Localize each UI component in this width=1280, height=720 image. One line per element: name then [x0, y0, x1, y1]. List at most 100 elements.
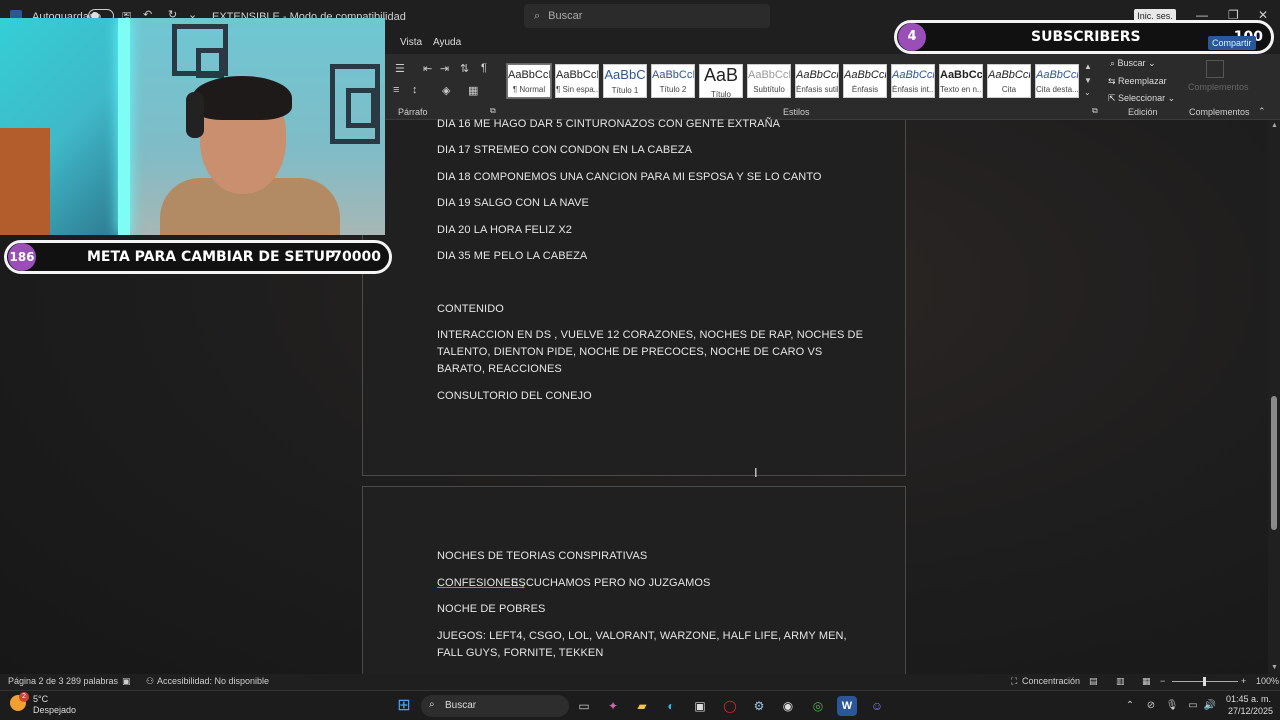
weather-temp[interactable]: 5°C — [33, 694, 48, 704]
gallery-down-icon[interactable]: ▼ — [1084, 76, 1092, 85]
style-preview: AaBbCci — [844, 69, 886, 81]
list-icon[interactable]: ☰ — [395, 62, 405, 75]
style-preview: AaBbCcI — [556, 69, 598, 81]
clock-date[interactable]: 27/12/2025 — [1228, 706, 1273, 716]
zoom-in-icon[interactable]: + — [1241, 676, 1246, 686]
style-4[interactable]: AaBbCcI Título 2 — [651, 64, 695, 98]
doc-paragraph: NOCHES DE TEORIAS CONSPIRATIVAS — [437, 550, 648, 562]
zoom-out-icon[interactable]: − — [1160, 676, 1165, 686]
task-view-icon[interactable]: ▭ — [574, 696, 594, 716]
line-spacing-icon[interactable]: ↕ — [412, 84, 418, 96]
style-preview: AaBbCci — [796, 69, 838, 81]
setup-goal-target: 70000 — [332, 249, 381, 265]
scroll-up-icon[interactable]: ▲ — [1271, 122, 1278, 129]
chrome-icon[interactable]: ◎ — [808, 696, 828, 716]
styles-launcher-icon[interactable]: ⧉ — [1092, 106, 1098, 116]
store-icon[interactable]: ▣ — [690, 696, 710, 716]
collapse-ribbon-icon[interactable]: ⌃ — [1258, 106, 1266, 117]
opera-icon[interactable]: ◯ — [720, 696, 740, 716]
sort-icon[interactable]: ⇅ — [460, 62, 469, 75]
obs-icon[interactable]: ◉ — [778, 696, 798, 716]
style-preview: AaB — [703, 65, 739, 85]
paragraph-launcher-icon[interactable]: ⧉ — [490, 106, 496, 116]
taskbar-search-box[interactable]: ⌕ Buscar — [421, 695, 569, 717]
accessibility-status[interactable]: Accesibilidad: No disponible — [157, 676, 269, 686]
microphone-icon[interactable]: 🎙 — [1162, 696, 1182, 716]
title-search-box[interactable]: ⌕ Buscar — [524, 4, 770, 28]
select-button[interactable]: ⇱ Seleccionar ⌄ — [1108, 93, 1175, 104]
led-strip — [118, 18, 130, 235]
word-count[interactable]: 289 palabras — [66, 676, 118, 686]
style-name: Título — [710, 90, 731, 99]
style-2[interactable]: AaBbCcI ¶ Sin espa... — [555, 64, 599, 98]
justify-icon[interactable]: ≡ — [393, 84, 399, 96]
style-1[interactable]: AaBbCcI ¶ Normal — [506, 63, 552, 99]
accessibility-icon: ⚇ — [146, 676, 155, 686]
style-preview: AaBbC — [604, 67, 646, 82]
read-mode-icon[interactable]: ▤ — [1089, 676, 1098, 687]
doc-paragraph: BARATO, REACCIONES — [437, 363, 562, 375]
select-label: Seleccionar — [1118, 93, 1166, 103]
streamer-hair — [192, 76, 292, 120]
focus-icon: ⛶ — [1011, 676, 1018, 686]
outdent-icon[interactable]: ⇤ — [423, 62, 432, 75]
find-button[interactable]: ⌕ Buscar ⌄ — [1110, 58, 1156, 69]
pilcrow-icon[interactable]: ¶ — [481, 62, 487, 74]
style-preview: AaBbCci — [892, 69, 934, 81]
edit-group-label: Edición — [1128, 107, 1158, 117]
chair — [0, 128, 50, 235]
web-layout-icon[interactable]: ▦ — [1142, 676, 1151, 687]
style-8[interactable]: AaBbCci Énfasis — [843, 64, 887, 98]
style-name: Cita desta... — [1036, 85, 1078, 94]
addins-icon[interactable] — [1206, 60, 1224, 78]
doc-paragraph: DIA 18 COMPONEMOS UNA CANCION PARA MI ES… — [437, 171, 822, 183]
style-10[interactable]: AaBbCc Texto en n... — [939, 64, 983, 98]
replace-button[interactable]: ⇆ Reemplazar — [1108, 76, 1167, 87]
scroll-down-icon[interactable]: ▼ — [1271, 664, 1278, 671]
proofing-icon[interactable]: ▣ — [122, 676, 131, 687]
indent-icon[interactable]: ⇥ — [440, 62, 449, 75]
zoom-slider[interactable] — [1172, 677, 1238, 686]
addins-button[interactable]: Complementos — [1188, 82, 1249, 92]
style-9[interactable]: AaBbCci Énfasis int... — [891, 64, 935, 98]
style-12[interactable]: AaBbCci Cita desta... — [1035, 64, 1079, 98]
windows-start-icon[interactable]: ⊞ — [394, 696, 414, 716]
edge-icon[interactable]: ◐ — [661, 696, 681, 716]
tab-ayuda[interactable]: Ayuda — [433, 37, 461, 48]
style-11[interactable]: AaBbCci Cita — [987, 64, 1031, 98]
style-name: ¶ Normal — [512, 85, 546, 94]
copilot-icon[interactable]: ✦ — [603, 696, 623, 716]
share-button[interactable]: Compartir — [1208, 36, 1256, 50]
gallery-more-icon[interactable]: ⌄ — [1084, 88, 1091, 97]
network-off-icon[interactable]: ⊘ — [1141, 696, 1161, 716]
file-explorer-icon[interactable]: ▰ — [632, 696, 652, 716]
zoom-slider-thumb[interactable] — [1203, 677, 1206, 686]
scroll-thumb[interactable] — [1271, 396, 1277, 530]
volume-icon[interactable]: 🔊 — [1200, 696, 1220, 716]
word-taskbar-icon[interactable]: W — [837, 696, 857, 716]
page-indicator[interactable]: Página 2 de 3 — [8, 676, 64, 686]
print-layout-icon[interactable]: ▥ — [1116, 676, 1125, 687]
steam-icon[interactable]: ⚙ — [749, 696, 769, 716]
tray-overflow-icon[interactable]: ⌃ — [1120, 696, 1140, 716]
wall-frame — [196, 48, 224, 78]
focus-mode-button[interactable]: Concentración — [1022, 676, 1080, 686]
doc-paragraph: TALENTO, DIENTON PIDE, NOCHE DE PRECOCES… — [437, 346, 823, 358]
style-7[interactable]: AaBbCci Énfasis sutil — [795, 64, 839, 98]
style-5[interactable]: AaB Título — [699, 64, 743, 99]
style-3[interactable]: AaBbC Título 1 — [603, 64, 647, 98]
doc-paragraph: CONSULTORIO DEL CONEJO — [437, 390, 592, 402]
zoom-level[interactable]: 100% — [1256, 676, 1279, 686]
style-name: Título 1 — [611, 86, 639, 95]
headset — [186, 92, 204, 138]
weather-desc[interactable]: Despejado — [33, 705, 76, 715]
borders-icon[interactable]: ▦ — [468, 84, 478, 97]
style-6[interactable]: AaBbCcD Subtítulo — [747, 64, 791, 98]
vertical-scrollbar[interactable]: ▲ ▼ — [1268, 120, 1280, 674]
discord-icon[interactable]: ☺ — [867, 696, 887, 716]
clock-time[interactable]: 01:45 a. m. — [1226, 694, 1271, 704]
tab-vista[interactable]: Vista — [400, 37, 422, 48]
shading-icon[interactable]: ◈ — [442, 84, 450, 97]
gallery-up-icon[interactable]: ▲ — [1084, 62, 1092, 71]
style-preview: AaBbCci — [1036, 69, 1078, 81]
